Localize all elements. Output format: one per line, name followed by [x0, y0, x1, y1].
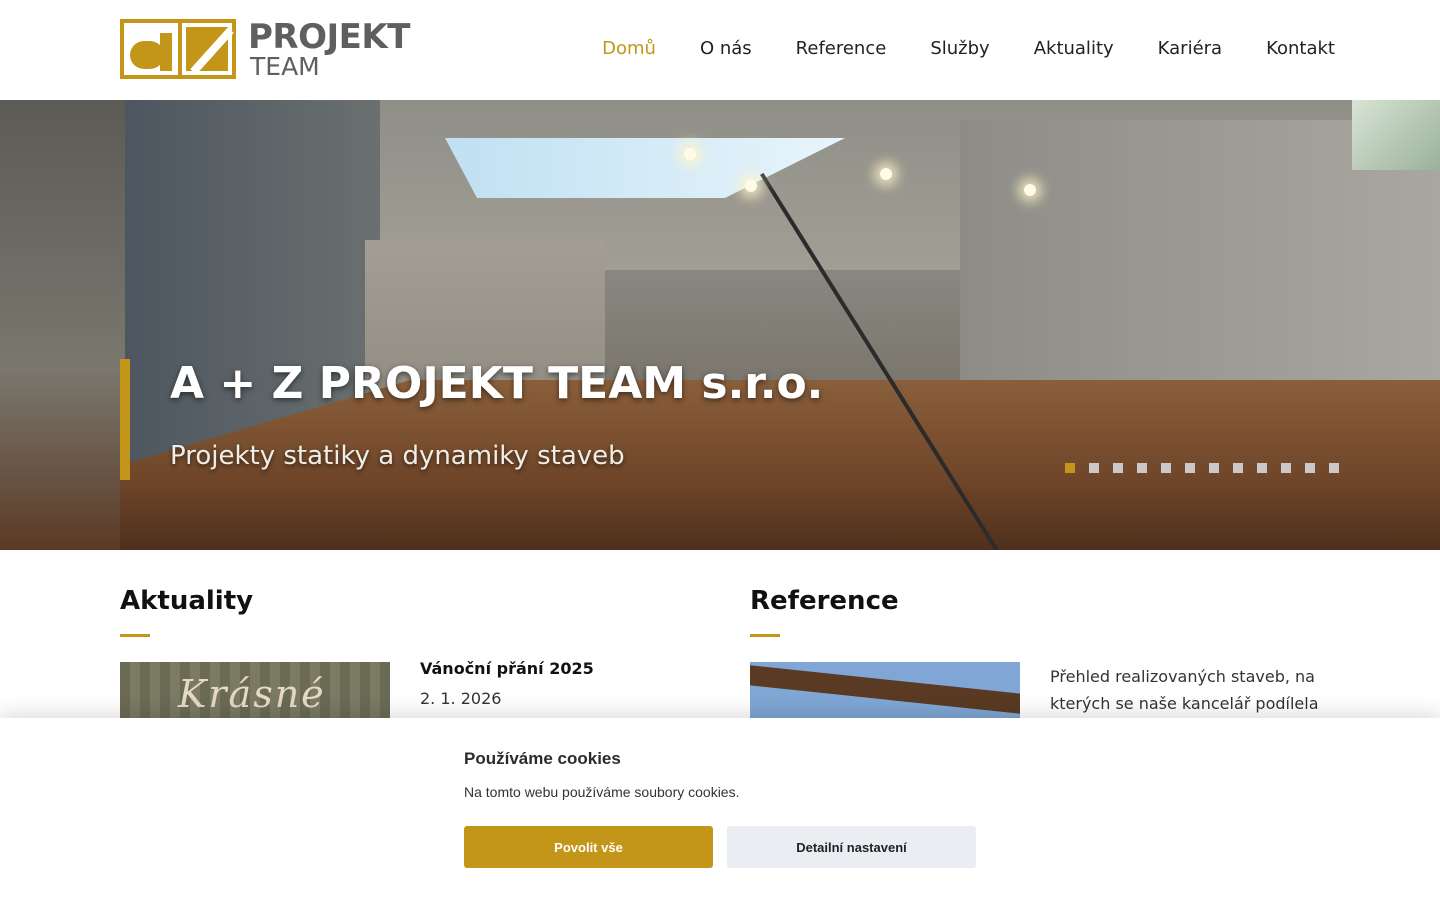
- nav-item-aktuality[interactable]: Aktuality: [1034, 38, 1114, 59]
- az-logo-icon: [120, 19, 236, 79]
- reference-description: Přehled realizovaných staveb, na kterých…: [1050, 667, 1319, 713]
- hero-subtitle: Projekty statiky a dynamiky staveb: [170, 441, 625, 471]
- main-nav: Domů O nás Reference Služby Aktuality Ka…: [602, 38, 1335, 59]
- nav-item-reference[interactable]: Reference: [796, 38, 887, 59]
- ceiling-light-icon: [684, 148, 696, 160]
- hero-accent-bar: [120, 359, 130, 480]
- nav-item-sluzby[interactable]: Služby: [930, 38, 989, 59]
- slider-dot[interactable]: [1281, 463, 1291, 473]
- slider-dot[interactable]: [1257, 463, 1267, 473]
- hero-image-edge: [0, 100, 125, 550]
- hero-image-window: [1352, 100, 1440, 170]
- reference-heading: Reference: [750, 586, 899, 616]
- slider-dot[interactable]: [1137, 463, 1147, 473]
- reference-heading-underline: [750, 634, 780, 637]
- slider-dot[interactable]: [1233, 463, 1243, 473]
- slider-dot[interactable]: [1161, 463, 1171, 473]
- slider-dot[interactable]: [1065, 463, 1075, 473]
- slider-dot[interactable]: [1329, 463, 1339, 473]
- news-heading-underline: [120, 634, 150, 637]
- logo-wordmark-top: PROJEKT: [248, 17, 410, 57]
- slider-dot[interactable]: [1209, 463, 1219, 473]
- cookie-settings-button[interactable]: Detailní nastavení: [727, 826, 976, 868]
- slider-dot[interactable]: [1113, 463, 1123, 473]
- hero-title: A + Z PROJEKT TEAM s.r.o.: [170, 358, 824, 409]
- logo-wordmark-bottom: TEAM: [250, 52, 320, 81]
- nav-item-kariera[interactable]: Kariéra: [1158, 38, 1222, 59]
- ceiling-light-icon: [1024, 184, 1036, 196]
- slider-pagination: [1065, 463, 1339, 473]
- slider-dot[interactable]: [1185, 463, 1195, 473]
- news-item-title[interactable]: Vánoční přání 2025: [420, 659, 594, 678]
- nav-item-o-nas[interactable]: O nás: [700, 38, 752, 59]
- cookie-title: Používáme cookies: [464, 749, 621, 768]
- ceiling-light-icon: [745, 180, 757, 192]
- reference-thumbnail-roof: [750, 664, 1020, 716]
- ceiling-light-icon: [880, 168, 892, 180]
- site-logo[interactable]: PROJEKT TEAM: [120, 17, 430, 81]
- cookie-banner: Používáme cookies Na tomto webu používám…: [0, 718, 1440, 900]
- accept-all-cookies-button[interactable]: Povolit vše: [464, 826, 713, 868]
- hero-slider: A + Z PROJEKT TEAM s.r.o. Projekty stati…: [0, 100, 1440, 550]
- slider-dot[interactable]: [1089, 463, 1099, 473]
- news-item-date: 2. 1. 2026: [420, 689, 502, 708]
- nav-item-domu[interactable]: Domů: [602, 38, 656, 59]
- cookie-text: Na tomto webu používáme soubory cookies.: [464, 784, 740, 800]
- nav-item-kontakt[interactable]: Kontakt: [1266, 38, 1335, 59]
- news-thumbnail-text: Krásné: [178, 672, 326, 716]
- slider-dot[interactable]: [1305, 463, 1315, 473]
- news-heading: Aktuality: [120, 586, 254, 616]
- site-header: PROJEKT TEAM Domů O nás Reference Služby…: [0, 0, 1440, 100]
